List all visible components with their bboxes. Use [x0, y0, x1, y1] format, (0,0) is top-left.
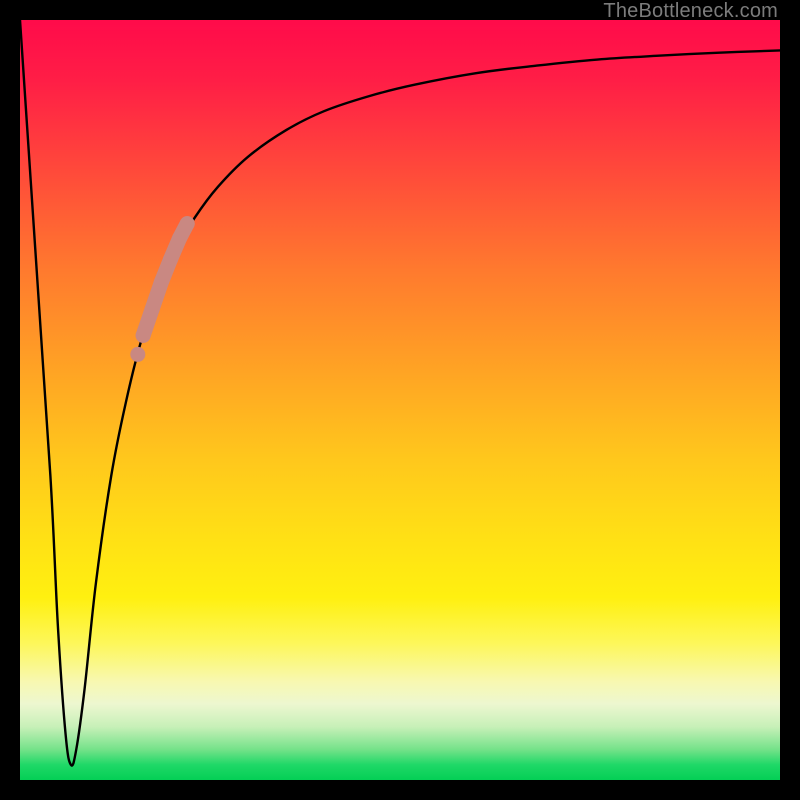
- highlight-dot: [136, 328, 151, 343]
- highlight-segment: [130, 216, 194, 362]
- plot-area: [20, 20, 780, 780]
- curve-layer: [20, 20, 780, 780]
- chart-frame: TheBottleneck.com: [0, 0, 800, 800]
- highlight-dot: [180, 216, 195, 231]
- highlight-dot: [130, 347, 145, 362]
- bottleneck-curve-path: [20, 20, 780, 766]
